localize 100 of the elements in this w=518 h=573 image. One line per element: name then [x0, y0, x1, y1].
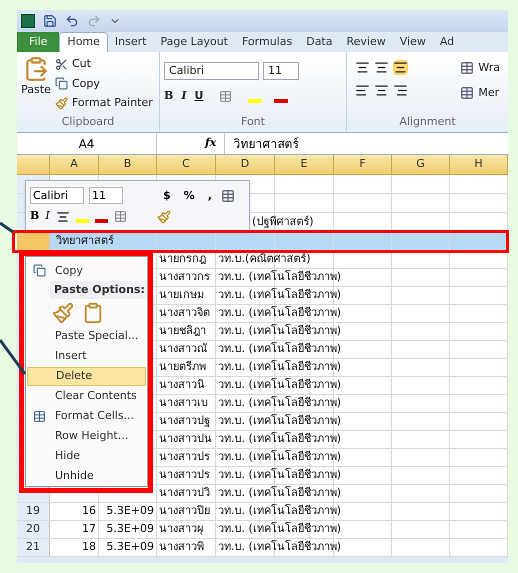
menu-item[interactable]: Insert — [27, 346, 146, 367]
align-center-icon[interactable] — [56, 210, 70, 224]
table-cell-text: นางสาวปวิ — [159, 485, 210, 502]
menu-item[interactable]: Format Cells... — [27, 406, 146, 426]
row-header[interactable]: 20 — [17, 521, 50, 538]
paste-formatting-icon[interactable] — [52, 302, 74, 324]
save-icon[interactable] — [43, 14, 57, 28]
table-cell-text: นายชลิฎา — [159, 323, 206, 340]
currency-button[interactable]: $ — [163, 188, 171, 204]
borders-icon[interactable] — [114, 210, 127, 223]
table-cell-text: นางสาวเบ — [159, 395, 208, 412]
table-cell-text: 5.3E+09 — [106, 503, 154, 520]
ribbon-tab[interactable]: Review — [339, 32, 393, 52]
ribbon-tab[interactable]: Data — [299, 32, 340, 52]
font-name-field[interactable]: Calibri — [30, 187, 84, 204]
align-left-icon[interactable] — [355, 83, 370, 98]
row-header[interactable]: 19 — [17, 503, 50, 520]
copy-icon — [55, 77, 68, 90]
app-logo-icon — [21, 14, 35, 28]
paste-button[interactable]: Paste — [21, 56, 51, 114]
align-center-icon[interactable] — [374, 83, 389, 98]
table-cell-text: วท.บ. (เทคโนโลยีชีวภาพ) — [218, 521, 342, 538]
scissors-icon — [55, 58, 68, 71]
fx-label: fx — [205, 135, 216, 152]
table-cell-text: วท.บ. (เทคโนโลยีชีวภาพ) — [218, 305, 342, 322]
borders-icon[interactable] — [219, 90, 232, 103]
column-header[interactable]: D — [216, 155, 275, 174]
column-header[interactable]: C — [157, 155, 216, 174]
table-cell-text: วท.บ. (เทคโนโลยีชีวภาพ) — [218, 359, 342, 376]
table-cell-text: นางสาวกร — [159, 269, 210, 286]
table-cell-text: วิทยาศาสตร์ — [56, 233, 114, 250]
table-cell-text: นายตรีภพ — [159, 359, 206, 376]
group-label: Alignment — [398, 114, 457, 130]
table-cell-text: นางสาวพิ — [159, 539, 204, 556]
comma-button[interactable]: , — [208, 188, 212, 204]
font-size-field[interactable]: 11 — [89, 187, 123, 204]
menu-item[interactable]: Unhide — [27, 466, 146, 486]
menu-item[interactable]: Row Height... — [27, 426, 146, 446]
wrap-text-button[interactable]: Wra — [460, 60, 500, 76]
table-cell-text: นางสาวปน — [159, 431, 212, 448]
table-cell-text: 16 — [82, 503, 96, 520]
file-tab[interactable]: File — [17, 32, 60, 52]
selected-row[interactable]: วิทยาศาสตร์ — [17, 233, 508, 251]
column-header[interactable]: H — [450, 155, 508, 174]
ribbon-tab[interactable]: Insert — [108, 32, 154, 52]
table-cell-text: วท.บ. (เทคโนโลยีชีวภาพ) — [218, 323, 342, 340]
column-header[interactable]: F — [334, 155, 392, 174]
merge-button[interactable]: Mer — [460, 84, 500, 101]
percent-button[interactable]: % — [184, 188, 195, 204]
table-cell-text: วท.บ. (เทคโนโลยีชีวภาพ) — [218, 341, 342, 358]
row-header[interactable]: 21 — [17, 539, 50, 556]
table-cell-text: นางสาวปร — [159, 449, 210, 466]
menu-item[interactable]: Hide — [27, 446, 146, 466]
menu-item[interactable]: Copy — [27, 261, 146, 281]
column-header[interactable]: B — [99, 155, 157, 174]
bold-button[interactable]: B — [30, 208, 40, 225]
font-name-field[interactable]: Calibri — [164, 62, 259, 80]
underline-button[interactable]: U — [194, 88, 204, 104]
align-right-icon[interactable] — [393, 83, 408, 98]
name-box[interactable]: A4 — [17, 133, 157, 154]
paste-values-icon[interactable] — [82, 302, 104, 324]
table-cell-text: นางสาวผุ — [159, 521, 203, 538]
table-cell-text: วท.บ. (เทคโนโลยีชีวภาพ) — [218, 395, 342, 412]
copy-button[interactable]: Copy — [55, 76, 153, 92]
ribbon-tab[interactable]: Formulas — [235, 32, 300, 52]
table-cell-text: วท.บ. (เทคโนโลยีชีวภาพ) — [218, 503, 342, 520]
ribbon-tab[interactable]: Page Layout — [153, 32, 235, 52]
table-cell-text: นายเกษม — [159, 287, 204, 304]
ribbon-tab[interactable]: Ad — [432, 32, 462, 52]
cut-button[interactable]: Cut — [55, 56, 153, 72]
paintbrush-icon[interactable] — [156, 210, 171, 224]
formula-input[interactable]: วิทยาศาสตร์ — [224, 133, 508, 154]
table-cell-text: นางสาวปร — [159, 467, 210, 484]
italic-button[interactable]: I — [45, 208, 50, 225]
table-cell-text: วท.บ. (เทคโนโลยีชีวภาพ) — [218, 467, 342, 484]
table-cell-text: นางสาวนิ — [159, 377, 205, 394]
undo-icon[interactable] — [65, 14, 79, 28]
table-cell-text: วท.บ. (เทคโนโลยีชีวภาพ) — [218, 539, 342, 556]
row-number: 19 — [26, 503, 40, 520]
ribbon-tab[interactable]: Home — [59, 32, 108, 52]
table-cell-text: วท.บ. (เทคโนโลยีชีวภาพ) — [218, 485, 342, 502]
bold-button[interactable]: B — [164, 88, 174, 104]
table-cell-text: 5.3E+09 — [106, 521, 154, 538]
copy-icon — [32, 264, 46, 278]
italic-button[interactable]: I — [181, 88, 186, 104]
menu-item[interactable]: Paste Special... — [27, 326, 146, 347]
menu-header: Paste Options: — [50, 280, 147, 299]
column-header[interactable]: A — [50, 155, 99, 174]
table-cell-text: นางสาวจิต — [159, 305, 210, 322]
row-number: 21 — [26, 539, 40, 556]
table-cell-text: นางสาวปิย — [159, 503, 210, 520]
menu-item[interactable]: Delete — [27, 366, 146, 386]
column-header[interactable]: E — [275, 155, 334, 174]
paintbrush-icon — [55, 96, 68, 110]
ribbon-tab[interactable]: View — [392, 32, 433, 52]
font-size-field[interactable]: 11 — [263, 62, 299, 80]
format-painter-button[interactable]: Format Painter — [55, 95, 153, 112]
menu-item[interactable]: Clear Contents — [27, 386, 146, 406]
column-header[interactable]: G — [392, 155, 450, 174]
table-cell-text: (ปฐพีศาสตร์) — [252, 214, 314, 230]
